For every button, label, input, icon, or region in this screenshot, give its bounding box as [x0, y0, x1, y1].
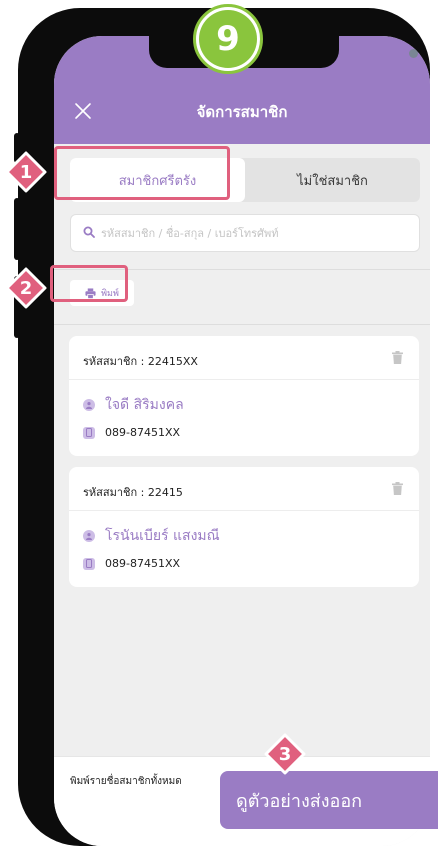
- search-box: [70, 214, 420, 252]
- trash-icon[interactable]: [392, 351, 403, 364]
- member-name: โรนันเบียร์ แสงมณี: [105, 528, 220, 544]
- step-3-marker: 3: [263, 732, 307, 776]
- member-card[interactable]: รหัสสมาชิก : 22415XX ใจดี สิริมงคล 089-8…: [69, 336, 419, 456]
- step-1-marker: 1: [4, 150, 48, 194]
- step-3-number: 3: [278, 743, 292, 765]
- person-icon: [83, 530, 95, 542]
- page-title: จัดการสมาชิก: [196, 103, 288, 121]
- person-icon: [83, 399, 95, 411]
- export-preview-button[interactable]: ดูตัวอย่างส่งออก: [220, 771, 438, 829]
- export-swash-icon: [426, 784, 437, 820]
- search-input[interactable]: [101, 215, 411, 251]
- main-content: สมาชิกศรีตรัง ไม่ใช่สมาชิก พิมพ์: [54, 144, 430, 804]
- member-phone: 089-87451XX: [105, 426, 181, 439]
- search-icon: [83, 226, 95, 238]
- member-name-row: ใจดี สิริมงคล: [83, 394, 184, 416]
- member-phone-row: 089-87451XX: [83, 557, 180, 570]
- volume-up-button: [14, 198, 20, 260]
- print-all-members-label[interactable]: พิมพ์รายชื่อสมาชิกทั้งหมด: [70, 774, 182, 789]
- member-card[interactable]: รหัสสมาชิก : 22415 โรนันเบียร์ แสงมณี 08…: [69, 467, 419, 587]
- member-card-header: รหัสสมาชิก : 22415XX: [69, 336, 419, 380]
- phone-icon: [83, 426, 95, 439]
- member-name-row: โรนันเบียร์ แสงมณี: [83, 525, 220, 547]
- step-2-number: 2: [19, 277, 33, 299]
- member-id: รหัสสมาชิก : 22415: [83, 486, 183, 499]
- member-phone: 089-87451XX: [105, 557, 181, 570]
- member-phone-row: 089-87451XX: [83, 426, 180, 439]
- trash-icon[interactable]: [392, 482, 403, 495]
- print-divider: [54, 324, 430, 325]
- phone-frame: จัดการสมาชิก สมาชิกศรีตรัง ไม่ใช่สมาชิก: [18, 8, 430, 846]
- step-badge-number: 9: [199, 10, 257, 68]
- tab-non-members[interactable]: ไม่ใช่สมาชิก: [245, 158, 420, 202]
- step-2-marker: 2: [4, 266, 48, 310]
- step-1-number: 1: [19, 161, 33, 183]
- bottom-divider: [54, 756, 430, 757]
- member-name: ใจดี สิริมงคล: [105, 397, 184, 413]
- print-highlight: [50, 265, 128, 302]
- step-badge: 9: [193, 4, 263, 74]
- member-id: รหัสสมาชิก : 22415XX: [83, 355, 198, 368]
- tab-highlight: [54, 146, 230, 200]
- phone-icon: [83, 557, 95, 570]
- camera-icon: [409, 49, 418, 58]
- member-card-header: รหัสสมาชิก : 22415: [69, 467, 419, 511]
